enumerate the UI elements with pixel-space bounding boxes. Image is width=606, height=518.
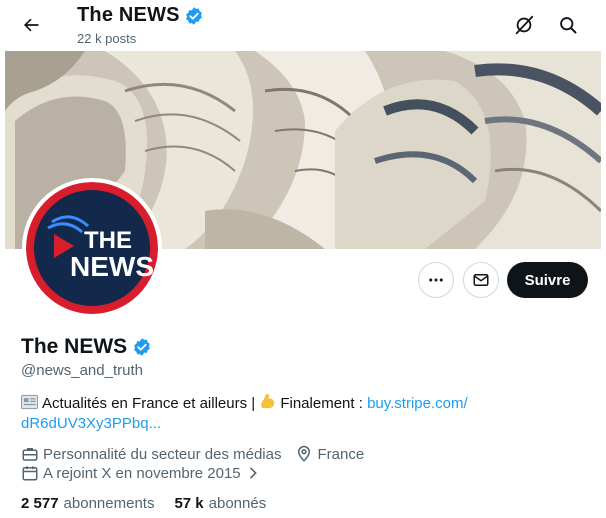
chevron-right-icon bbox=[249, 467, 257, 479]
bio-link[interactable]: buy.stripe.com/ bbox=[367, 395, 468, 412]
grok-button[interactable] bbox=[507, 8, 541, 42]
followers-count: 57 k bbox=[174, 495, 204, 512]
joined-label: A rejoint X en novembre 2015 bbox=[43, 464, 241, 482]
location-label: France bbox=[317, 445, 365, 463]
flexed-biceps-emoji bbox=[261, 393, 275, 409]
briefcase-icon bbox=[22, 448, 38, 461]
bio-text-1: Actualités en France et ailleurs | bbox=[42, 395, 260, 412]
bio-link-continued[interactable]: dR6dUV3Xy3PPbq... bbox=[21, 415, 161, 432]
follow-button[interactable]: Suivre bbox=[507, 262, 588, 298]
header-name: The NEWS bbox=[77, 4, 180, 26]
profile-bio: Actualités en France et ailleurs | Final… bbox=[21, 393, 581, 434]
followers-label: abonnés bbox=[208, 495, 267, 512]
following-count: 2 577 bbox=[21, 495, 59, 512]
calendar-icon bbox=[22, 466, 38, 481]
more-button[interactable] bbox=[418, 262, 454, 298]
followers-link[interactable]: 57 k abonnés bbox=[174, 495, 266, 512]
profile-name-row: The NEWS bbox=[21, 335, 152, 359]
search-icon bbox=[560, 17, 577, 34]
search-button[interactable] bbox=[551, 8, 585, 42]
profile-meta-row: Personnalité du secteur des médias Franc… bbox=[21, 445, 364, 463]
verified-badge-icon bbox=[185, 6, 202, 25]
profile-handle: @news_and_truth bbox=[21, 362, 143, 379]
bio-text-2: Finalement : bbox=[280, 395, 368, 412]
follow-stats: 2 577 abonnements 57 k abonnés bbox=[21, 495, 266, 512]
following-label: abonnements bbox=[63, 495, 155, 512]
grok-icon bbox=[515, 15, 534, 35]
profile-avatar[interactable]: THE NEWS bbox=[22, 178, 162, 318]
posts-count: 22 k posts bbox=[77, 31, 137, 46]
location-item: France bbox=[295, 445, 364, 463]
top-bar: The NEWS 22 k posts bbox=[0, 0, 606, 52]
location-pin-icon bbox=[298, 445, 311, 462]
message-button[interactable] bbox=[463, 262, 499, 298]
news-logo: THE NEWS bbox=[26, 182, 158, 314]
category-label: Personnalité du secteur des médias bbox=[43, 445, 282, 463]
joined-item: A rejoint X en novembre 2015 bbox=[21, 464, 261, 482]
back-arrow-icon bbox=[24, 18, 39, 32]
category-item: Personnalité du secteur des médias bbox=[21, 445, 281, 463]
logo-text-the: THE bbox=[84, 227, 132, 254]
newspaper-emoji bbox=[21, 394, 38, 410]
back-button[interactable] bbox=[14, 8, 48, 42]
message-icon bbox=[473, 274, 489, 286]
logo-text-news: NEWS bbox=[70, 251, 154, 282]
display-name: The NEWS bbox=[21, 335, 128, 358]
more-icon bbox=[429, 278, 443, 282]
header-title: The NEWS bbox=[77, 4, 204, 27]
verified-badge-icon[interactable] bbox=[132, 337, 152, 357]
following-link[interactable]: 2 577 abonnements bbox=[21, 495, 154, 512]
joined-row[interactable]: A rejoint X en novembre 2015 bbox=[21, 464, 261, 482]
